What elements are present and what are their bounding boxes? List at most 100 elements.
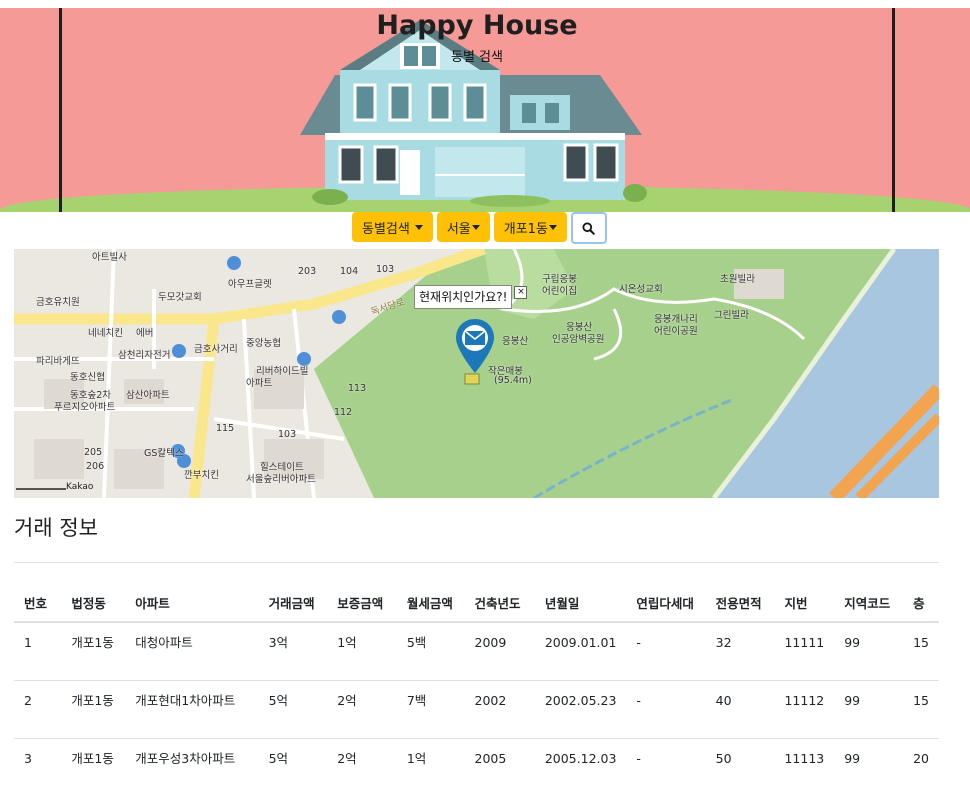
close-icon[interactable]: × <box>514 286 527 299</box>
map-copyright: Kakao <box>66 482 93 492</box>
table-cell: 1억 <box>327 622 397 681</box>
table-cell: 2009.01.01 <box>535 622 627 681</box>
map-label: 푸르지오아파트 <box>54 399 115 413</box>
header-banner: Happy House 동별 검색 <box>0 0 970 212</box>
table-cell: 7백 <box>397 681 465 739</box>
table-cell: 대청아파트 <box>125 622 258 681</box>
table-row: 3 개포1동 개포우성3차아파트 5억 2억 1억 2005 2005.12.0… <box>14 739 939 796</box>
table-cell: 15 <box>903 681 939 739</box>
col-header: 아파트 <box>125 563 258 623</box>
chevron-down-icon <box>472 225 480 230</box>
map-label: 어린이집 <box>542 283 577 297</box>
map-label: GS칼텍스 <box>144 445 184 459</box>
map-label: 그린빌라 <box>714 307 749 321</box>
search-button[interactable] <box>571 212 607 244</box>
col-header: 연립다세대 <box>626 563 705 623</box>
col-header: 전용면적 <box>706 563 775 623</box>
map-label: 파리바게뜨 <box>36 353 80 367</box>
map-label: 네네치킨 <box>88 325 123 339</box>
map-label: (95.4m) <box>494 375 532 386</box>
col-header: 번호 <box>14 563 61 623</box>
map-label: 삼산아파트 <box>126 387 170 401</box>
map-label: 인공암벽공원 <box>552 331 604 345</box>
table-cell: 2002.05.23 <box>535 681 627 739</box>
map-label: 103 <box>278 429 296 440</box>
table-cell: 개포현대1차아파트 <box>125 681 258 739</box>
search-type-label: 동별검색 <box>362 218 410 237</box>
col-header: 건축년도 <box>465 563 535 623</box>
map-label: 103 <box>376 264 394 275</box>
table-row: 2 개포1동 개포현대1차아파트 5억 2억 7백 2002 2002.05.2… <box>14 681 939 739</box>
table-cell: 11113 <box>774 739 834 796</box>
map-label: 104 <box>340 266 358 277</box>
map-label: 삼천리자전거 <box>118 347 170 361</box>
search-type-dropdown[interactable]: 동별검색 <box>352 212 433 242</box>
table-cell: 2억 <box>327 739 397 796</box>
map-label: 두모갓교회 <box>158 289 202 303</box>
table-cell: 2005 <box>465 739 535 796</box>
dong-dropdown[interactable]: 개포1동 <box>494 212 567 242</box>
map-label: 어린이공원 <box>654 323 698 337</box>
map-label: 113 <box>348 383 366 394</box>
deals-table: 번호 법정동 아파트 거래금액 보증금액 월세금액 건축년도 년월일 연립다세대… <box>14 562 939 796</box>
col-header: 지역코드 <box>834 563 903 623</box>
table-cell: 3억 <box>259 622 328 681</box>
map-label: 203 <box>298 266 316 277</box>
map-label: 서울숲리버아파트 <box>246 471 316 485</box>
table-cell: 2009 <box>465 622 535 681</box>
page-subtitle: 동별 검색 <box>0 46 954 65</box>
table-cell: 2 <box>14 681 61 739</box>
map-label: 아트빌사 <box>92 249 127 263</box>
envelope-marker-icon[interactable] <box>454 317 496 377</box>
table-header-row: 번호 법정동 아파트 거래금액 보증금액 월세금액 건축년도 년월일 연립다세대… <box>14 563 939 623</box>
table-cell: 99 <box>834 681 903 739</box>
table-cell: - <box>626 739 705 796</box>
map-label: 초원빌라 <box>720 271 755 285</box>
banner-top-edge <box>0 0 970 8</box>
table-cell: 개포1동 <box>61 739 125 796</box>
col-header: 거래금액 <box>259 563 328 623</box>
table-cell: 개포1동 <box>61 622 125 681</box>
map-label: 205 <box>84 447 102 458</box>
map-label: 시온성교회 <box>619 281 663 295</box>
table-cell: 20 <box>903 739 939 796</box>
table-row: 1 개포1동 대청아파트 3억 1억 5백 2009 2009.01.01 - … <box>14 622 939 681</box>
section-title: 거래 정보 <box>14 512 98 542</box>
map-label: 에버 <box>136 325 153 339</box>
city-dropdown[interactable]: 서울 <box>437 212 490 242</box>
table-cell: 개포1동 <box>61 681 125 739</box>
table-cell: 2005.12.03 <box>535 739 627 796</box>
search-icon <box>582 222 595 235</box>
table-cell: 99 <box>834 739 903 796</box>
table-cell: - <box>626 681 705 739</box>
col-header: 법정동 <box>61 563 125 623</box>
chevron-down-icon <box>549 225 557 230</box>
table-cell: 5억 <box>259 739 328 796</box>
map-label: 깐부치킨 <box>184 467 219 481</box>
table-cell: 1 <box>14 622 61 681</box>
chevron-down-icon <box>415 225 423 230</box>
table-cell: 3 <box>14 739 61 796</box>
table-cell: 32 <box>706 622 775 681</box>
col-header: 지번 <box>774 563 834 623</box>
map-label: 206 <box>86 461 104 472</box>
col-header: 월세금액 <box>397 563 465 623</box>
col-header: 보증금액 <box>327 563 397 623</box>
table-cell: 2억 <box>327 681 397 739</box>
table-cell: 99 <box>834 622 903 681</box>
table-cell: 2002 <box>465 681 535 739</box>
house-illustration <box>300 15 650 210</box>
table-cell: 40 <box>706 681 775 739</box>
map-view[interactable]: 아트빌사 아우프글렛 103 203 104 금호유치원 두모갓교회 구립응봉 … <box>14 249 939 498</box>
city-label: 서울 <box>447 218 471 237</box>
col-header: 층 <box>903 563 939 623</box>
park-marker-icon <box>464 373 480 385</box>
table-cell: 5억 <box>259 681 328 739</box>
table-cell: 11111 <box>774 622 834 681</box>
map-label: 응봉산 <box>502 333 528 347</box>
map-label: 115 <box>216 423 234 434</box>
map-label: 동호신협 <box>70 369 105 383</box>
map-label: 112 <box>334 407 352 418</box>
map-label: 아우프글렛 <box>228 276 272 290</box>
map-infowindow: 현재위치인가요?! × <box>414 285 512 309</box>
